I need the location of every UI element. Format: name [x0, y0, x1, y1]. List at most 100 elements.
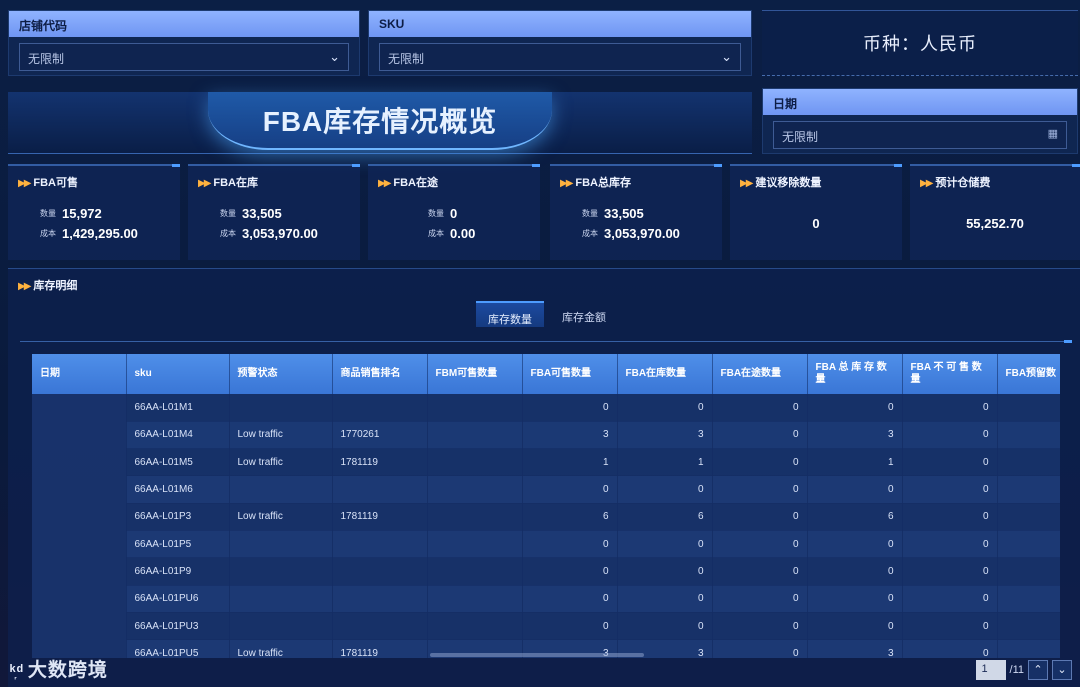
table-cell	[332, 585, 428, 613]
table-cell: 0	[807, 475, 903, 504]
horizontal-scrollbar[interactable]	[430, 653, 644, 657]
table-cell: 0	[712, 639, 808, 658]
currency-label: 币种：人民币	[762, 10, 1078, 76]
kpi-qty-value: 33,505	[604, 206, 644, 221]
table-cell: 0	[712, 557, 808, 586]
column-header[interactable]: FBA预留数	[997, 354, 1060, 394]
logo-text: 大数跨境	[27, 660, 108, 681]
table-cell: 0	[522, 585, 618, 613]
column-header[interactable]: FBA可售数量	[522, 354, 618, 394]
table-row[interactable]: 66AA-L01M6 0 0 0 0 0	[32, 475, 1060, 504]
table-cell	[427, 448, 523, 477]
column-header[interactable]: FBM可售数量	[427, 354, 523, 394]
kpi-title: FBA可售	[33, 177, 78, 189]
kpi-title: 建议移除数量	[755, 177, 822, 189]
table-header-row: 日期 sku 预警状态 商品销售排名 FBM可售数量 FBA可售数量 FBA在库…	[32, 354, 1060, 394]
column-header[interactable]: FBA在库数量	[617, 354, 713, 394]
column-header[interactable]: 预警状态	[229, 354, 333, 394]
table-row[interactable]: 66AA-L01M5 Low traffic 1781119 1 1 0 1 0	[32, 448, 1060, 477]
column-header[interactable]: 商品销售排名	[332, 354, 428, 394]
column-header[interactable]: FBA 不 可 售 数 量	[902, 354, 998, 394]
kpi-qty-value: 33,505	[242, 206, 282, 221]
table-row[interactable]: 66AA-L01PU6 0 0 0 0 0	[32, 585, 1060, 613]
table-cell: 0	[712, 448, 808, 477]
table-cell	[229, 612, 333, 641]
store-filter: 店铺代码 无限制 ⌄	[8, 10, 360, 76]
kpi-qty-value: 15,972	[62, 206, 102, 221]
page-input[interactable]: 1	[975, 660, 1006, 680]
table-row[interactable]: 66AA-L01PU3 0 0 0 0 0	[32, 612, 1060, 641]
table-cell: 0	[902, 475, 998, 504]
table-cell	[332, 394, 428, 422]
pagination: 1 /11 ⌃ ⌄	[975, 660, 1072, 680]
table-cell: 0	[617, 612, 713, 641]
table-cell: 0	[902, 421, 998, 450]
table-cell	[332, 475, 428, 504]
table-cell: Low traffic	[229, 639, 333, 658]
table-cell: 66AA-L01M4	[126, 421, 230, 450]
tab-inventory-qty[interactable]: 库存数量	[476, 301, 544, 327]
table-row[interactable]: 66AA-L01M4 Low traffic 1770261 3 3 0 3 0	[32, 421, 1060, 450]
kpi-fba-total: ▶▶ FBA总库存 数量 33,505 成本 3,053,970.00	[550, 164, 722, 260]
table-cell: 0	[902, 585, 998, 613]
kpi-value: 0	[812, 216, 820, 231]
table-cell: 0	[807, 394, 903, 422]
table-cell: 3	[807, 421, 903, 450]
double-arrow-icon: ▶▶	[560, 178, 573, 189]
page-total: /11	[1009, 664, 1024, 676]
table-cell: 1781119	[332, 639, 428, 658]
table-cell: 66AA-L01M5	[126, 448, 230, 477]
table-cell: 3	[617, 421, 713, 450]
table-cell	[332, 530, 428, 559]
sku-select[interactable]: 无限制 ⌄	[379, 43, 741, 71]
table-cell	[427, 530, 523, 559]
kpi-cost-value: 0.00	[450, 226, 476, 241]
prev-page-button[interactable]: ⌃	[1028, 660, 1048, 680]
table-cell: 66AA-L01M1	[126, 394, 230, 422]
page-title: FBA库存情况概览	[208, 92, 552, 150]
kpi-fba-intransit: ▶▶ FBA在途 数量 0 成本 0.00	[368, 164, 540, 260]
column-header[interactable]: 日期	[32, 354, 127, 394]
next-page-button[interactable]: ⌄	[1052, 660, 1072, 680]
kpi-cost-label: 成本	[582, 229, 598, 238]
double-arrow-icon: ▶▶	[740, 178, 753, 189]
table-cell	[997, 557, 1060, 586]
calendar-icon: ▦	[1047, 128, 1058, 140]
column-header[interactable]: FBA在途数量	[712, 354, 808, 394]
table-cell: 0	[522, 530, 618, 559]
kpi-suggested-removal: ▶▶ 建议移除数量 0	[730, 164, 902, 260]
banner: FBA库存情况概览	[8, 92, 752, 154]
double-arrow-icon: ▶▶	[18, 178, 31, 189]
table-cell	[997, 475, 1060, 504]
table-cell: 0	[902, 612, 998, 641]
table-row[interactable]: 66AA-L01P5 0 0 0 0 0	[32, 530, 1060, 559]
store-select[interactable]: 无限制 ⌄	[19, 43, 349, 71]
kpi-fba-instock: ▶▶ FBA在库 数量 33,505 成本 3,053,970.00	[188, 164, 360, 260]
column-header[interactable]: FBA 总 库 存 数 量	[807, 354, 903, 394]
table-cell: 0	[617, 394, 713, 422]
table-row[interactable]: 66AA-L01P9 0 0 0 0 0	[32, 557, 1060, 586]
table-cell: 0	[712, 394, 808, 422]
table-cell: 0	[617, 530, 713, 559]
table-cell: 0	[712, 530, 808, 559]
table-cell	[997, 530, 1060, 559]
table-cell: 66AA-L01P9	[126, 557, 230, 586]
table-cell: 6	[807, 503, 903, 531]
kpi-cost-label: 成本	[428, 229, 444, 238]
date-picker[interactable]: 无限制 ▦	[773, 121, 1067, 149]
tab-inventory-amount[interactable]: 库存金额	[550, 301, 618, 327]
chevron-up-icon: ⌃	[1033, 664, 1043, 676]
kpi-qty-label: 数量	[428, 209, 444, 218]
table-cell	[427, 394, 523, 422]
column-header[interactable]: sku	[126, 354, 230, 394]
table-row[interactable]: 66AA-L01M1 0 0 0 0 0	[32, 394, 1060, 658]
kpi-title: 预计仓储费	[935, 177, 991, 189]
table-cell: 66AA-L01PU5	[126, 639, 230, 658]
double-arrow-icon: ▶▶	[378, 178, 391, 189]
table-cell	[997, 612, 1060, 641]
date-filter: 日期 无限制 ▦	[762, 88, 1078, 154]
table-row[interactable]: 66AA-L01P3 Low traffic 1781119 6 6 0 6 0	[32, 503, 1060, 531]
kpi-qty-label: 数量	[40, 209, 56, 218]
table-cell: Low traffic	[229, 448, 333, 477]
table-cell: 66AA-L01PU3	[126, 612, 230, 641]
